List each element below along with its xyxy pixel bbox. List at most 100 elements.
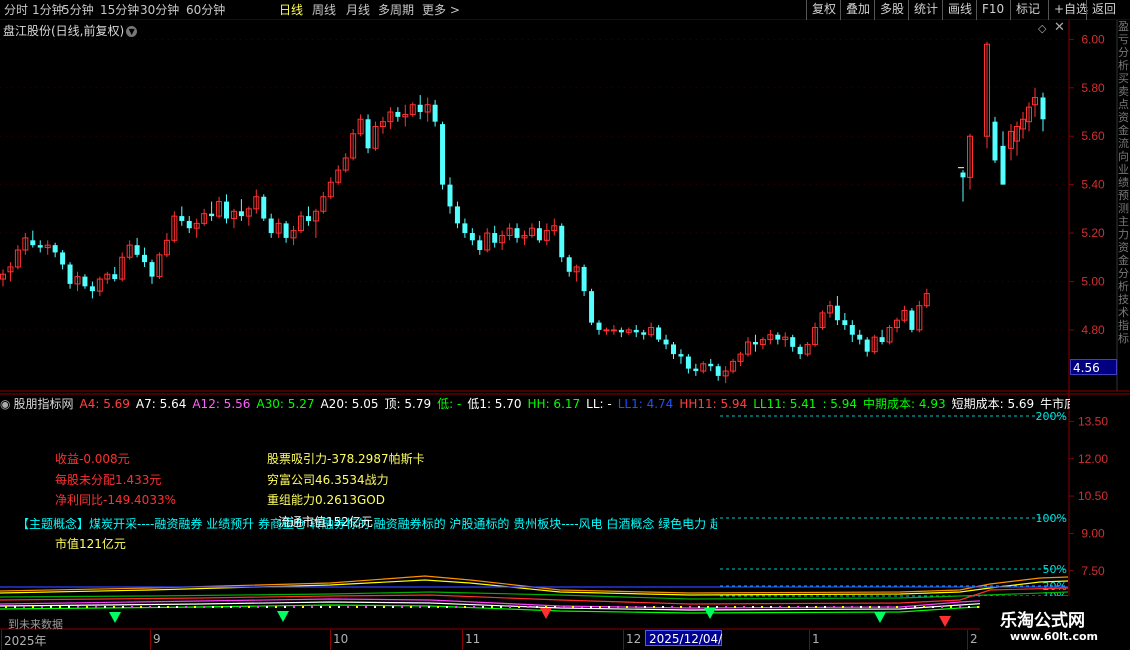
dot-marker — [428, 606, 430, 608]
dot-marker — [455, 606, 457, 608]
dot-marker — [563, 606, 565, 608]
dot-marker — [23, 606, 25, 608]
x-axis-label: 2025年 — [4, 634, 47, 648]
dot-marker — [662, 606, 664, 608]
candle — [305, 216, 311, 221]
candle — [864, 339, 870, 352]
candle — [395, 112, 401, 117]
candle — [797, 346, 803, 355]
price-tick-label: 5.20 — [1081, 226, 1105, 240]
dot-marker — [617, 606, 619, 608]
indicator-y-axis: 13.5012.0010.509.007.506.00200%100%50%20… — [720, 410, 1108, 615]
x-axis-tick — [462, 630, 463, 650]
candle — [641, 332, 647, 335]
dot-marker — [545, 606, 547, 608]
dot-marker — [437, 606, 439, 608]
ind-tick-label: 13.50 — [1078, 414, 1108, 428]
x-axis-label: 11 — [465, 632, 481, 646]
dot-marker — [59, 606, 61, 608]
indicator-value-10: LL1: 4.74 — [617, 397, 674, 411]
dot-marker — [851, 606, 853, 608]
x-axis-label: 12 — [626, 632, 642, 646]
dot-marker — [653, 606, 655, 608]
dot-marker — [446, 606, 448, 608]
dot-marker — [581, 606, 583, 608]
indicator-value-bar: ◉ 股朋指标网 A4: 5.69 A7: 5.64 A12: 5.56 A30: 5.27… — [0, 396, 1070, 412]
dot-marker — [833, 606, 835, 608]
dot-marker — [230, 606, 232, 608]
x-axis-tick — [330, 630, 331, 650]
dot-marker — [680, 606, 682, 608]
dot-marker — [221, 606, 223, 608]
dot-marker — [347, 606, 349, 608]
dot-marker — [212, 606, 214, 608]
dot-marker — [977, 606, 979, 608]
x-axis-tick — [623, 630, 624, 650]
chart-canvas[interactable]: 6.00 5.80 5.60 5.40 5.20 5.00 4.80 13.50 12.00 1… — [0, 0, 1130, 650]
dot-marker — [716, 606, 718, 608]
dot-marker — [365, 606, 367, 608]
indicator-value-5: 顶: 5.79 — [384, 397, 432, 411]
indicator-name[interactable]: 股朋指标网 — [13, 397, 73, 411]
dot-marker — [590, 606, 592, 608]
indicator-value-11: HH11: 5.94 — [679, 397, 748, 411]
price-tick-label: 5.60 — [1081, 129, 1105, 143]
candle — [149, 262, 155, 277]
dot-marker — [140, 606, 142, 608]
candle — [224, 201, 229, 219]
dot-marker — [878, 606, 880, 608]
dot-marker — [608, 606, 610, 608]
candlesticks — [0, 41, 1046, 384]
dot-marker — [824, 606, 826, 608]
candle — [186, 220, 192, 229]
dot-marker — [383, 606, 385, 608]
candle — [685, 356, 691, 369]
dot-marker — [968, 606, 970, 608]
right-side-tabs[interactable]: 盈亏分析买卖点资金流向业绩预测主力资金分析技术指标 — [1118, 20, 1130, 390]
price-tick-label: 5.00 — [1081, 274, 1105, 288]
dot-marker — [788, 606, 790, 608]
candle — [417, 104, 423, 112]
candle — [238, 211, 244, 217]
candle — [209, 213, 215, 217]
dot-marker — [203, 606, 205, 608]
candle — [909, 310, 915, 330]
dot-marker — [194, 606, 196, 608]
indicator-menu-icon[interactable]: ◉ — [0, 397, 10, 411]
highlight-date: 2025/12/04/四 — [645, 630, 722, 650]
dot-marker — [770, 606, 772, 608]
indicator-value-6: 低: - — [437, 397, 462, 411]
candle — [142, 254, 148, 263]
dot-marker — [239, 606, 241, 608]
candle — [514, 228, 520, 238]
ind-tick-label: 7.50 — [1081, 564, 1105, 578]
dot-marker — [95, 606, 97, 608]
candle — [89, 286, 95, 292]
indicator-value-0: A4: 5.69 — [79, 397, 130, 411]
dot-marker — [761, 606, 763, 608]
candle-late — [1000, 145, 1006, 185]
candle — [261, 196, 267, 219]
dot-marker — [743, 606, 745, 608]
dot-marker — [797, 606, 799, 608]
dot-marker — [311, 606, 313, 608]
candle — [656, 327, 662, 340]
indicator-value-15: 短期成本: 5.69 — [951, 397, 1035, 411]
indicator-value-12: LL11: 5.41 — [753, 397, 817, 411]
candle — [492, 233, 498, 243]
candle — [596, 322, 602, 330]
candle — [52, 245, 58, 253]
dot-marker — [374, 606, 376, 608]
dot-marker — [572, 606, 574, 608]
dot-marker — [860, 606, 862, 608]
candle — [112, 274, 118, 280]
candle — [752, 342, 758, 345]
dot-marker — [122, 606, 124, 608]
dot-marker — [707, 606, 709, 608]
dot-marker — [905, 606, 907, 608]
dot-marker — [320, 606, 322, 608]
dot-marker — [554, 606, 556, 608]
indicator-value-2: A12: 5.56 — [192, 397, 251, 411]
dot-marker — [482, 606, 484, 608]
candle — [469, 233, 475, 241]
